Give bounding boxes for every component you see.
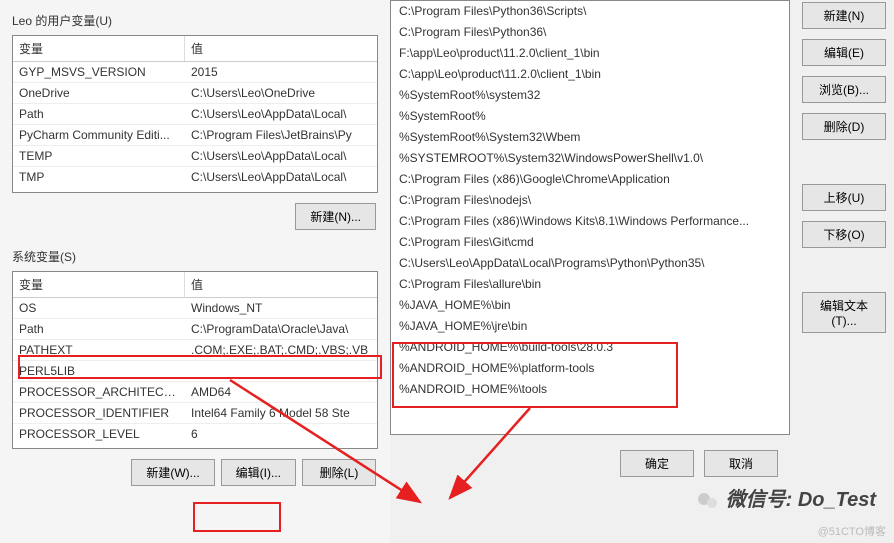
list-item[interactable]: %ANDROID_HOME%\tools (391, 379, 789, 400)
list-item[interactable]: %ANDROID_HOME%\build-tools\28.0.3 (391, 337, 789, 358)
var-value: Windows_NT (185, 298, 377, 318)
var-value: C:\Program Files\JetBrains\Py (185, 125, 377, 145)
var-value: C:\Users\Leo\OneDrive (185, 83, 377, 103)
table-row[interactable]: PROCESSOR_ARCHITECT...AMD64 (13, 382, 377, 403)
list-item[interactable]: %JAVA_HOME%\bin (391, 295, 789, 316)
list-item[interactable]: C:\Program Files\Git\cmd (391, 232, 789, 253)
sys-edit-button[interactable]: 编辑(I)... (221, 459, 296, 486)
table-row[interactable]: PyCharm Community Editi...C:\Program Fil… (13, 125, 377, 146)
sys-vars-header: 变量 值 (13, 272, 377, 298)
edittext-button[interactable]: 编辑文本(T)... (802, 292, 886, 333)
var-value: C:\Users\Leo\AppData\Local\ (185, 167, 377, 187)
cancel-button[interactable]: 取消 (704, 450, 778, 477)
list-item[interactable]: C:\Program Files\Python36\Scripts\ (391, 1, 789, 22)
sys-vars-label: 系统变量(S) (12, 248, 378, 265)
table-row[interactable]: PATHEXT.COM;.EXE;.BAT;.CMD;.VBS;.VB (13, 340, 377, 361)
col-name: 变量 (13, 272, 185, 297)
wechat-watermark: 微信号: Do_Test (696, 483, 876, 513)
var-value (185, 361, 377, 381)
table-row[interactable]: TMPC:\Users\Leo\AppData\Local\ (13, 167, 377, 187)
sys-vars-table[interactable]: 变量 值 OSWindows_NTPathC:\ProgramData\Orac… (12, 271, 378, 449)
col-value: 值 (185, 272, 377, 297)
list-item[interactable]: C:\Program Files\nodejs\ (391, 190, 789, 211)
var-name: Path (13, 104, 185, 124)
ok-button[interactable]: 确定 (620, 450, 694, 477)
list-item[interactable]: C:\app\Leo\product\11.2.0\client_1\bin (391, 64, 789, 85)
var-value: 6 (185, 424, 377, 444)
var-name: TMP (13, 167, 185, 187)
var-name: PROCESSOR_IDENTIFIER (13, 403, 185, 423)
movedown-button[interactable]: 下移(O) (802, 221, 886, 248)
list-item[interactable]: F:\app\Leo\product\11.2.0\client_1\bin (391, 43, 789, 64)
var-value: C:\Users\Leo\AppData\Local\ (185, 146, 377, 166)
list-item[interactable]: C:\Program Files (x86)\Windows Kits\8.1\… (391, 211, 789, 232)
blog-watermark: @51CTO博客 (818, 523, 886, 539)
var-name: Path (13, 319, 185, 339)
sys-new-button[interactable]: 新建(W)... (131, 459, 214, 486)
table-row[interactable]: OSWindows_NT (13, 298, 377, 319)
var-value: Intel64 Family 6 Model 58 Ste (185, 403, 377, 423)
path-edit-list[interactable]: C:\Program Files\Python36\Scripts\C:\Pro… (390, 0, 790, 435)
moveup-button[interactable]: 上移(U) (802, 184, 886, 211)
table-row[interactable]: PathC:\Users\Leo\AppData\Local\ (13, 104, 377, 125)
sys-delete-button[interactable]: 删除(L) (302, 459, 376, 486)
table-row[interactable]: PROCESSOR_IDENTIFIERIntel64 Family 6 Mod… (13, 403, 377, 424)
var-name: PROCESSOR_ARCHITECT... (13, 382, 185, 402)
table-row[interactable]: PROCESSOR_LEVEL6 (13, 424, 377, 444)
var-value: .COM;.EXE;.BAT;.CMD;.VBS;.VB (185, 340, 377, 360)
table-row[interactable]: GYP_MSVS_VERSION2015 (13, 62, 377, 83)
list-item[interactable]: %JAVA_HOME%\jre\bin (391, 316, 789, 337)
list-item[interactable]: %SystemRoot%\System32\Wbem (391, 127, 789, 148)
list-item[interactable]: %SYSTEMROOT%\System32\WindowsPowerShell\… (391, 148, 789, 169)
var-value: 2015 (185, 62, 377, 82)
table-row[interactable]: PathC:\ProgramData\Oracle\Java\ (13, 319, 377, 340)
table-row[interactable]: OneDriveC:\Users\Leo\OneDrive (13, 83, 377, 104)
col-name: 变量 (13, 36, 185, 61)
browse-button[interactable]: 浏览(B)... (802, 76, 886, 103)
list-item[interactable]: C:\Users\Leo\AppData\Local\Programs\Pyth… (391, 253, 789, 274)
delete-button[interactable]: 删除(D) (802, 113, 886, 140)
wechat-icon (696, 489, 720, 513)
list-item[interactable]: %ANDROID_HOME%\platform-tools (391, 358, 789, 379)
new-button[interactable]: 新建(N) (802, 2, 886, 29)
var-name: OS (13, 298, 185, 318)
var-name: PyCharm Community Editi... (13, 125, 185, 145)
var-value: C:\ProgramData\Oracle\Java\ (185, 319, 377, 339)
table-row[interactable]: PERL5LIB (13, 361, 377, 382)
user-new-button[interactable]: 新建(N)... (295, 203, 376, 230)
edit-button[interactable]: 编辑(E) (802, 39, 886, 66)
list-item[interactable]: C:\Program Files\Python36\ (391, 22, 789, 43)
table-row[interactable]: TEMPC:\Users\Leo\AppData\Local\ (13, 146, 377, 167)
list-item[interactable]: %SystemRoot%\system32 (391, 85, 789, 106)
list-item[interactable]: C:\Program Files (x86)\Google\Chrome\App… (391, 169, 789, 190)
var-name: GYP_MSVS_VERSION (13, 62, 185, 82)
user-vars-header: 变量 值 (13, 36, 377, 62)
var-value: AMD64 (185, 382, 377, 402)
list-item[interactable]: %SystemRoot% (391, 106, 789, 127)
var-name: PROCESSOR_LEVEL (13, 424, 185, 444)
var-value: C:\Users\Leo\AppData\Local\ (185, 104, 377, 124)
user-vars-label: Leo 的用户变量(U) (12, 12, 378, 29)
user-vars-table[interactable]: 变量 值 GYP_MSVS_VERSION2015OneDriveC:\User… (12, 35, 378, 193)
col-value: 值 (185, 36, 377, 61)
var-name: TEMP (13, 146, 185, 166)
var-name: PERL5LIB (13, 361, 185, 381)
var-name: PATHEXT (13, 340, 185, 360)
var-name: OneDrive (13, 83, 185, 103)
list-item[interactable]: C:\Program Files\allure\bin (391, 274, 789, 295)
